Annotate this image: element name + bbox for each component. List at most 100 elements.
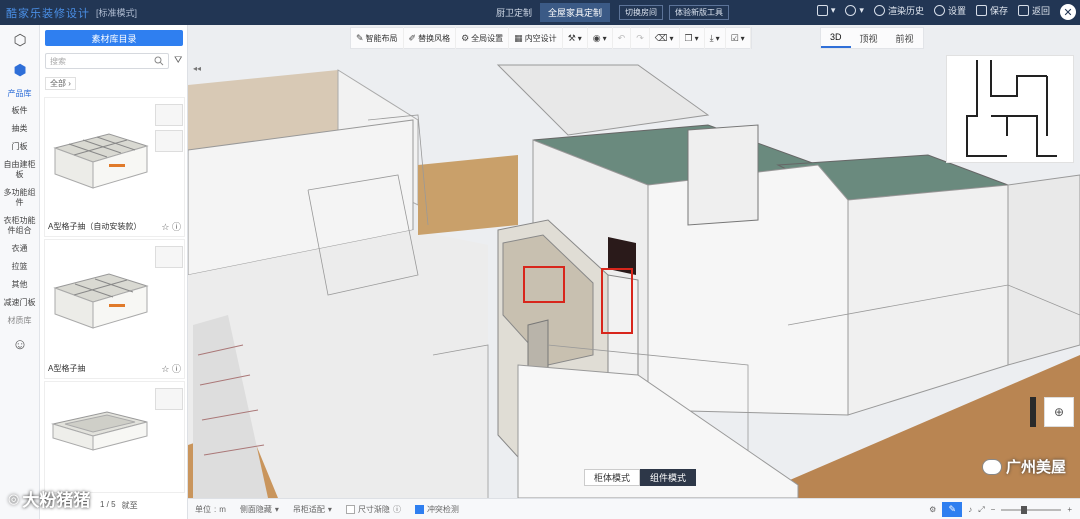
check-dropdown[interactable]: ☑ ▾ [726, 27, 751, 49]
mode-switch: 柜体模式 组件模式 [584, 469, 697, 486]
tab-3d[interactable]: 3D [821, 28, 851, 48]
star-icon[interactable]: ☆ [161, 364, 169, 374]
zoom-in-icon[interactable]: + [1067, 505, 1072, 514]
category-wardrobe-parts[interactable]: 衣柜功能件组合 [0, 212, 39, 240]
product-library-icon[interactable]: ⬢ [0, 55, 40, 85]
star-icon[interactable]: ☆ [161, 222, 169, 232]
category-multi-function[interactable]: 多功能组件 [0, 184, 39, 212]
category-soft-close-door[interactable]: 减速门板 [0, 294, 39, 312]
side-hide-select[interactable]: 侧面隐藏 ▾ [233, 504, 286, 515]
tab-kitchen-bath[interactable]: 厨卫定制 [488, 3, 540, 22]
save-button[interactable]: 保存 [975, 4, 1008, 17]
mic-icon[interactable]: ♪ [968, 505, 972, 514]
tab-front-view[interactable]: 前视 [887, 28, 923, 48]
variant-thumb[interactable] [155, 104, 183, 126]
component-mode-button[interactable]: 组件模式 [640, 469, 697, 486]
close-icon[interactable]: ✕ [1060, 4, 1076, 20]
material-library-label[interactable]: 材质库 [0, 312, 39, 329]
product-library-label[interactable]: 产品库 [0, 85, 39, 102]
help-dropdown[interactable]: ▾ [845, 5, 864, 16]
side-panel-handle[interactable] [1030, 397, 1036, 427]
tab-whole-house[interactable]: 全屋家具定制 [540, 3, 611, 22]
wechat-icon [981, 458, 1002, 475]
undo-button[interactable]: ↶ [613, 27, 632, 49]
zoom-slider[interactable] [1001, 505, 1062, 514]
eraser-dropdown[interactable]: ⌫ ▾ [650, 27, 680, 49]
zoom-out-icon[interactable]: − [991, 505, 996, 514]
gear-icon [933, 5, 945, 16]
product-card[interactable]: A型格子抽（自动安装款） ☆ ⓘ [44, 97, 185, 237]
interior-design-button[interactable]: ▦ 内空设计 [509, 27, 563, 49]
checkbox[interactable] [345, 504, 355, 514]
variant-thumb[interactable] [155, 388, 183, 410]
category-other[interactable]: 其他 [0, 276, 39, 294]
variant-thumb[interactable] [155, 246, 183, 268]
brush-icon: ✐ [408, 32, 417, 43]
save-dropdown[interactable]: ▾ [816, 5, 835, 16]
wall-cabinet-fit-select[interactable]: 吊柜适配 ▾ [286, 504, 339, 515]
redo-button[interactable]: ↷ [631, 27, 650, 49]
catalog-button[interactable]: 素材库目录 [45, 30, 183, 46]
category-rod[interactable]: 衣通 [0, 240, 39, 258]
filter-icon[interactable]: ⛛ [174, 55, 182, 66]
unit-select[interactable]: 单位: m [188, 504, 233, 515]
collapse-panel-button[interactable]: ◂◂ [190, 61, 204, 75]
wrench-icon: ⚒ [567, 32, 576, 43]
collision-check-toggle[interactable]: 冲突检测 [408, 504, 466, 515]
tab-top-view[interactable]: 顶视 [851, 28, 887, 48]
product-card[interactable]: A型格子抽 ☆ ⓘ [44, 239, 185, 379]
help-icon[interactable]: ⓘ [393, 504, 401, 515]
product-name: A型格子抽 [48, 364, 86, 373]
app-brand: 酷家乐装修设计 [6, 7, 90, 20]
eraser-icon: ⌫ [654, 32, 668, 43]
checkbox[interactable] [414, 504, 424, 514]
visibility-dropdown[interactable]: ◉ ▾ [588, 27, 613, 49]
product-card[interactable] [44, 381, 185, 493]
copy-dropdown[interactable]: ❐ ▾ [680, 27, 705, 49]
category-free-board[interactable]: 自由建柜板 [0, 156, 39, 184]
global-settings-button[interactable]: ⚙ 全局设置 [456, 27, 510, 49]
category-board[interactable]: 板件 [0, 102, 39, 120]
bottom-bar: 单位: m 侧面隐藏 ▾ 吊柜适配 ▾ 尺寸渐隐 ⓘ 冲突检测 ⚙ ✎ ♪ ⤢ −… [188, 498, 1080, 519]
try-new-tool-button[interactable]: 体验新版工具 [669, 5, 729, 20]
pager-end-label[interactable]: 就至 [122, 500, 138, 511]
undo-icon: ↶ [617, 32, 626, 43]
panel-pager: 1 / 5 就至 [100, 500, 138, 511]
info-icon[interactable]: ⓘ [172, 222, 181, 232]
back-button[interactable]: 返回 [1017, 4, 1050, 17]
help-icon [845, 5, 857, 16]
settings-icon[interactable]: ⚙ [929, 505, 936, 514]
top-right-actions: ▾ ▾ 渲染历史 设置 保存 返回 [816, 4, 1074, 17]
variant-thumb[interactable] [155, 130, 183, 152]
dimension-fade-toggle[interactable]: 尺寸渐隐 ⓘ [339, 504, 408, 515]
tools-dropdown[interactable]: ⚒ ▾ [563, 27, 588, 49]
watermark-right: 广州美屋 [981, 456, 1066, 477]
settings-button[interactable]: 设置 [933, 4, 966, 17]
view-tabs: 3D 顶视 前视 [820, 27, 924, 49]
exit-icon [1017, 5, 1029, 16]
3d-viewport[interactable]: ◂◂ ✎ 智能布局 ✐ 替换风格 ⚙ 全局设置 ▦ 内空设计 ⚒ ▾ ◉ ▾ ↶ ↷ ⌫ ▾ … [188, 25, 1080, 498]
user-icon[interactable]: ☺ [0, 329, 40, 359]
top-tabs: 厨卫定制 全屋家具定制 [488, 3, 611, 22]
zoom-slider-knob[interactable] [1021, 505, 1028, 514]
left-icon-column: ⬡ ⬢ 产品库 板件 抽类 门板 自由建柜板 多功能组件 衣柜功能件组合 衣通 … [0, 25, 40, 519]
render-history-button[interactable]: 渲染历史 [873, 4, 924, 17]
smart-layout-button[interactable]: ✎ 智能布局 [351, 27, 404, 49]
zoom-icon[interactable]: ⊕ [1044, 397, 1074, 427]
cube-icon[interactable]: ⬡ [0, 25, 40, 55]
category-basket[interactable]: 拉篮 [0, 258, 39, 276]
fit-screen-icon[interactable]: ⤢ [978, 505, 984, 515]
replace-style-button[interactable]: ✐ 替换风格 [404, 27, 457, 49]
info-icon[interactable]: ⓘ [172, 364, 181, 374]
download-dropdown[interactable]: ⤓ ▾ [705, 27, 726, 49]
switch-room-button[interactable]: 切换房间 [619, 5, 663, 20]
category-door[interactable]: 门板 [0, 138, 39, 156]
draw-pen-button[interactable]: ✎ [942, 502, 963, 517]
cabinet-mode-button[interactable]: 柜体模式 [584, 469, 641, 486]
floorplan-minimap[interactable] [946, 55, 1074, 163]
copy-icon: ❐ [684, 32, 693, 43]
category-drawer[interactable]: 抽类 [0, 120, 39, 138]
weibo-icon: ◎ [8, 490, 20, 506]
search-input[interactable]: 搜索 [45, 53, 169, 69]
breadcrumb[interactable]: 全部 › [45, 77, 76, 90]
